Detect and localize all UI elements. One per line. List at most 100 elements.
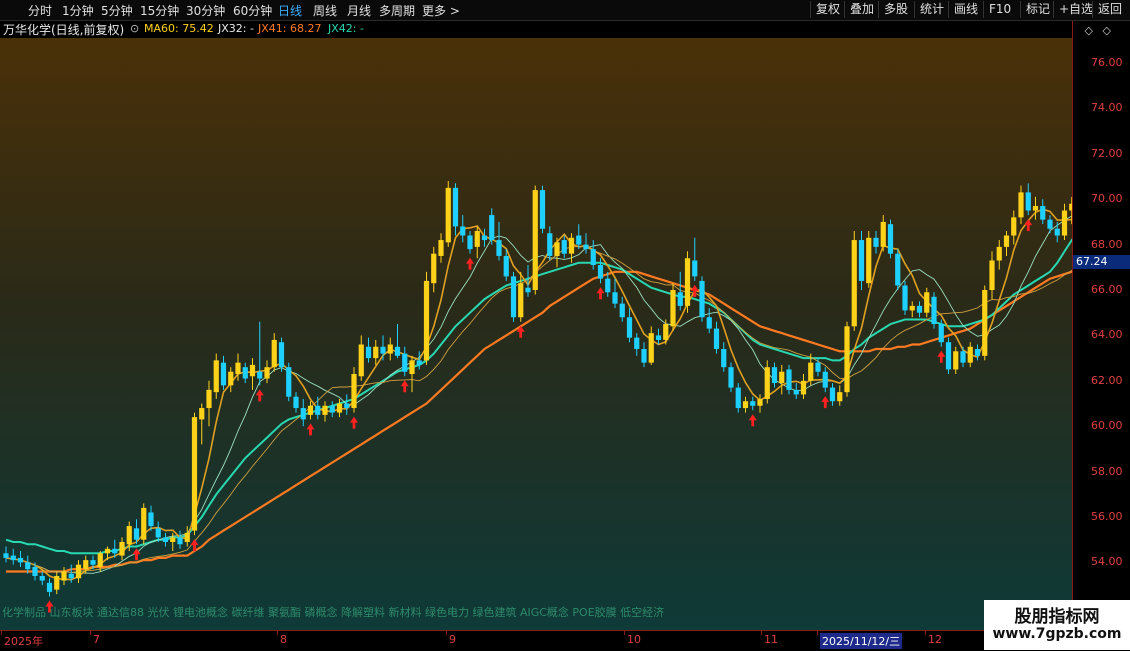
candle-body (423, 280, 430, 361)
candle-body (583, 244, 589, 250)
toolbar-button[interactable]: 叠加 (844, 1, 879, 18)
candle-body (786, 369, 792, 390)
price-tick-label: 62.00 (1091, 373, 1123, 387)
restore-icon[interactable]: ◇ (1103, 24, 1111, 37)
candle-body (365, 346, 372, 359)
candle-body (764, 367, 770, 399)
timeframe-tab[interactable]: 周线 (313, 2, 337, 19)
expand-icon[interactable]: ◇ (1085, 24, 1093, 37)
price-tick-label: 74.00 (1091, 101, 1123, 115)
date-tick-mark (761, 631, 762, 635)
price-tick-label: 64.00 (1091, 328, 1123, 342)
jx42-readout: JX42: - (328, 22, 364, 35)
candle-body (895, 253, 901, 286)
candle-body (170, 537, 176, 542)
candle-body (619, 303, 625, 318)
candle-body (249, 364, 256, 377)
date-tick-label[interactable]: 2025/11/12/三 (820, 633, 903, 649)
candle-body (481, 235, 488, 241)
candle-body (554, 242, 560, 256)
timeframe-tab[interactable]: 30分钟 (186, 2, 225, 19)
price-tick-label: 56.00 (1091, 510, 1123, 523)
date-axis: 2025年 7 8 9 10 11 2025/11/12/三 12 (0, 630, 1130, 651)
candle-body (264, 367, 270, 379)
toolbar-button[interactable]: 画线 (948, 1, 983, 18)
candle-body (532, 190, 538, 290)
toolbar-button[interactable]: F10 (983, 1, 1016, 18)
date-tick-label: 11 (764, 633, 778, 646)
candle-body (634, 337, 640, 350)
candle-body (945, 342, 952, 370)
candle-body (539, 190, 546, 229)
timeframe-tab[interactable]: 多周期 (379, 2, 415, 19)
timeframe-tab[interactable]: 5分钟 (101, 2, 133, 19)
chevron-down-icon[interactable]: ⊙ (130, 22, 139, 35)
candle-body (75, 564, 82, 579)
price-tick-label: 54.00 (1091, 555, 1123, 569)
toolbar-button[interactable]: 标记 (1020, 1, 1055, 18)
candle-body (692, 260, 698, 277)
candle-body (561, 240, 567, 254)
toolbar: 分时 1分钟 5分钟 15分钟 30分钟 60分钟 日线 周线 月线 多周期 更多 > 复权 叠加 多股统… (0, 0, 1130, 21)
stock-title[interactable]: 万华化学(日线,前复权) (3, 21, 124, 38)
date-tick-mark (277, 631, 278, 635)
candle-body (329, 405, 335, 413)
timeframe-tab[interactable]: 更多 > (422, 2, 460, 19)
candle-body (713, 328, 720, 350)
candle-body (336, 403, 343, 413)
candle-body (25, 562, 31, 570)
candle-body (257, 371, 263, 379)
candle-body (416, 360, 422, 365)
candle-body (771, 367, 778, 384)
date-tick-label: 10 (627, 633, 641, 646)
timeframe-tab[interactable]: 月线 (347, 2, 371, 19)
candle-body (431, 253, 437, 284)
candle-body (191, 417, 198, 531)
toolbar-button[interactable]: 统计 (914, 1, 949, 18)
candle-body (1011, 217, 1017, 236)
candle-body (300, 408, 306, 420)
price-tick-label: 58.00 (1091, 464, 1123, 478)
price-tick-label: 66.00 (1091, 283, 1123, 296)
date-tick-mark (446, 631, 447, 635)
candle-body (931, 296, 937, 325)
candle-body (380, 346, 386, 354)
candle-body (83, 560, 89, 570)
candle-body (858, 240, 865, 281)
candle-body (467, 235, 473, 250)
timeframe-tab[interactable]: 60分钟 (233, 2, 272, 19)
candle-body (880, 221, 886, 247)
date-tick-mark (817, 631, 818, 635)
candle-body (757, 398, 763, 406)
candle-body (641, 349, 647, 363)
candle-body (17, 557, 24, 563)
candle-body (402, 353, 408, 372)
timeframe-tab[interactable]: 1分钟 (62, 2, 94, 19)
candle-body (706, 317, 712, 329)
chart-canvas (0, 38, 1072, 630)
candle-body (924, 292, 930, 313)
timeframe-tab[interactable]: 分时 (28, 2, 52, 19)
candlestick-chart[interactable] (0, 38, 1072, 630)
toolbar-button[interactable]: 多股 (878, 1, 913, 18)
candle-body (648, 333, 654, 363)
price-tick-label: 72.00 (1091, 146, 1123, 160)
candle-body (735, 387, 741, 409)
toolbar-button[interactable]: 返回 (1092, 1, 1127, 18)
candle-body (909, 305, 915, 311)
indicator-info-bar: 万华化学(日线,前复权) ⊙ MA60: 75.42 JX32: - JX41:… (0, 21, 1072, 37)
candle-body (960, 351, 966, 363)
candle-body (916, 305, 923, 313)
timeframe-tab[interactable]: 日线 (278, 2, 302, 19)
candle-body (489, 215, 495, 241)
candle-body (1054, 228, 1060, 236)
candle-body (452, 187, 459, 227)
toolbar-button[interactable]: 复权 (810, 1, 845, 18)
candle-body (699, 280, 705, 318)
candle-body (1047, 219, 1053, 229)
candle-body (119, 541, 125, 556)
candle-body (315, 405, 321, 415)
candle-body (822, 371, 828, 388)
timeframe-tab[interactable]: 15分钟 (140, 2, 179, 19)
candle-body (460, 226, 466, 236)
